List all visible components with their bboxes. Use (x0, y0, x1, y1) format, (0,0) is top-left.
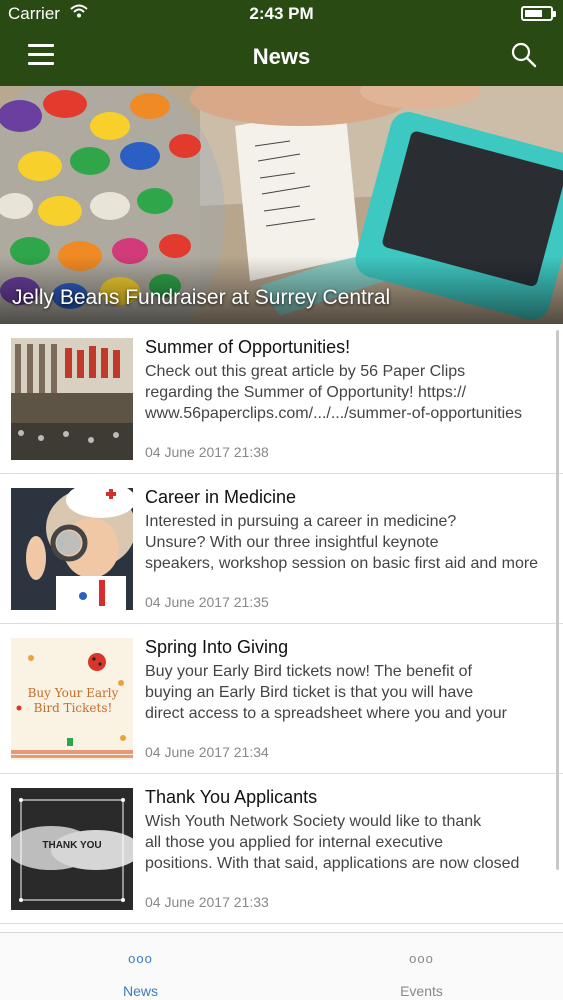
battery-icon (521, 6, 556, 21)
article-title: Summer of Opportunities! (145, 337, 351, 357)
tab-news[interactable]: ooo News (0, 933, 281, 1000)
tab-label: Events (400, 983, 443, 999)
article-date: 04 June 2017 21:38 (145, 444, 269, 460)
article-summary: Wish Youth Network Society would like to… (145, 813, 520, 872)
article-title: Career in Medicine (145, 487, 297, 507)
tab-label: News (122, 983, 158, 999)
scrollbar[interactable] (556, 330, 559, 870)
article-thumbnail: THANK YOU (11, 788, 133, 910)
featured-article[interactable]: Jelly Beans Fundraiser at Surrey Central (0, 86, 563, 324)
thumbnail-caption: Buy Your Early Bird Tickets! (27, 686, 119, 715)
clock: 2:43 PM (249, 4, 314, 23)
article-date: 04 June 2017 21:33 (145, 894, 269, 910)
article-summary: Check out this great article by 56 Paper… (145, 363, 523, 422)
search-icon[interactable] (511, 42, 537, 68)
tab-bar: ooo News ooo Events (0, 932, 563, 1000)
thumbnail-caption: THANK YOU (42, 840, 102, 851)
list-item[interactable]: THANK YOU Thank You Applicants Wish Yout… (0, 774, 563, 924)
status-bar: Carrier 2:43 PM (0, 0, 563, 28)
article-title: Thank You Applicants (145, 787, 318, 807)
article-thumbnail (11, 338, 133, 460)
list-item[interactable]: Career in Medicine Interested in pursuin… (0, 474, 563, 624)
nav-bar: News (0, 28, 563, 86)
more-dots-icon: ooo (409, 951, 434, 966)
article-thumbnail (11, 488, 133, 610)
more-dots-icon: ooo (128, 951, 153, 966)
page-title: News (252, 44, 311, 69)
tab-events[interactable]: ooo Events (281, 933, 562, 1000)
article-title: Spring Into Giving (145, 637, 289, 657)
featured-article-title: Jelly Beans Fundraiser at Surrey Central (12, 286, 391, 309)
article-date: 04 June 2017 21:35 (145, 594, 269, 610)
article-thumbnail: Buy Your Early Bird Tickets! (11, 638, 133, 760)
list-item[interactable]: Summer of Opportunities! Check out this … (0, 324, 563, 474)
list-item[interactable]: Buy Your Early Bird Tickets! Spring Into… (0, 624, 563, 774)
article-date: 04 June 2017 21:34 (145, 744, 269, 760)
article-list: Summer of Opportunities! Check out this … (0, 324, 563, 924)
article-summary: Interested in pursuing a career in medic… (145, 513, 539, 572)
article-summary: Buy your Early Bird tickets now! The ben… (145, 663, 507, 722)
